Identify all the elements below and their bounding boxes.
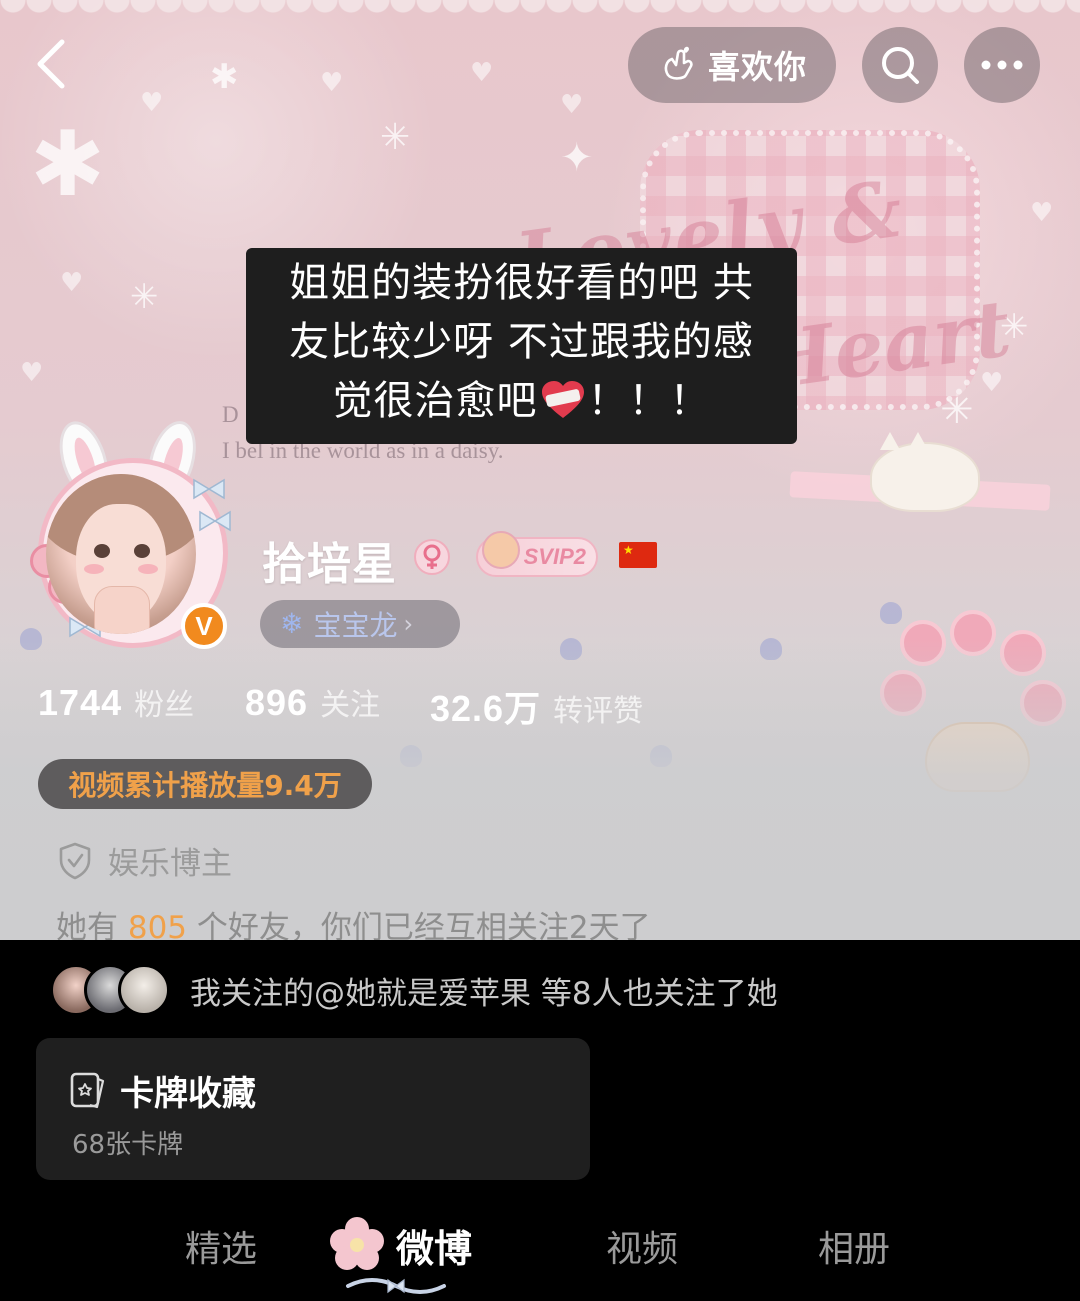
snowflake-decoration: ✳ [130, 277, 159, 317]
heart-decoration: ♥ [20, 358, 44, 388]
fan-group-label: 宝宝龙 [313, 609, 398, 642]
heart-decoration: ♥ [320, 68, 344, 98]
card-collection-icon [70, 1072, 105, 1109]
bow-decoration-icon [193, 478, 225, 500]
snowflake-decoration: ✱ [30, 112, 106, 217]
snowflake-decoration: ✦ [560, 135, 594, 181]
svip-badge[interactable]: SVIP2 [476, 531, 598, 577]
fan-group-button[interactable]: ❄ 宝宝龙 › [260, 600, 460, 648]
heart-decoration: ♥ [60, 268, 84, 298]
shield-check-icon [59, 842, 91, 879]
heart-decoration: ♥ [560, 90, 584, 120]
mutual-avatar [118, 964, 170, 1016]
card-collection-title: 卡牌收藏 [120, 1074, 256, 1114]
avatar[interactable] [46, 474, 196, 634]
mending-heart-emoji-icon [541, 381, 584, 418]
lace-border [0, 0, 1080, 26]
tab-video[interactable]: 视频 [606, 1220, 678, 1272]
snowflake-decoration: ✱ [210, 57, 239, 97]
stat-label: 转评赞 [553, 694, 644, 729]
mutual-followers-text: 我关注的@她就是爱苹果 等8人也关注了她 [190, 975, 778, 1012]
chevron-right-icon: › [403, 610, 414, 638]
tulip-decoration [880, 602, 902, 624]
bow-decoration-icon [199, 510, 231, 532]
stat-label: 关注 [320, 688, 381, 723]
profile-name: 拾培星 [262, 539, 397, 590]
active-tab-ribbon-indicator [346, 1278, 446, 1294]
heart-decoration: ♥ [140, 88, 164, 118]
bear-head-icon [482, 531, 520, 569]
video-play-count-label: 视频累计播放量9.4万 [68, 769, 342, 802]
interactions-stat[interactable]: 32.6万 转评赞 [430, 680, 643, 732]
card-collection-count: 68张卡牌 [72, 1130, 184, 1160]
like-you-button[interactable]: 喜欢你 [628, 27, 836, 103]
profile-tabs: 精选 微博 视频 相册 [0, 1210, 1080, 1290]
tab-featured[interactable]: 精选 [185, 1220, 257, 1272]
heart-decoration: ♥ [1030, 198, 1054, 228]
female-gender-icon [414, 539, 450, 575]
caption-line: 友比较少呀 不过跟我的感 [289, 319, 754, 365]
following-stat[interactable]: 896 关注 [245, 680, 380, 724]
creator-role-label: 娱乐博主 [108, 846, 232, 882]
caption-line: 姐姐的装扮很好看的吧 共 [289, 260, 754, 306]
more-dots-icon [981, 60, 1023, 70]
china-flag-icon: ★ [619, 542, 657, 568]
stat-label: 粉丝 [134, 688, 195, 723]
caption-line-text: ！！！ [587, 378, 711, 424]
caption-overlay: 姐姐的装扮很好看的吧 共 友比较少呀 不过跟我的感 觉很治愈吧 ！！！ [246, 248, 797, 444]
flower-icon [330, 1217, 384, 1270]
verified-badge[interactable]: V [181, 603, 227, 649]
cat-illustration [870, 432, 980, 512]
stat-number: 32.6万 [430, 688, 542, 729]
tab-album[interactable]: 相册 [818, 1220, 890, 1272]
heart-decoration: ♥ [470, 58, 494, 88]
more-options-button[interactable] [964, 27, 1040, 103]
back-button[interactable] [28, 34, 80, 94]
card-collection-panel[interactable]: 卡牌收藏 68张卡牌 [36, 1038, 590, 1180]
followers-stat[interactable]: 1744 粉丝 [38, 680, 194, 724]
stat-number: 896 [245, 682, 309, 723]
video-play-count-badge[interactable]: 视频累计播放量9.4万 [38, 759, 372, 809]
snowflake-icon: ❄ [280, 607, 304, 640]
caption-line: 觉很治愈吧 ！！！ [262, 372, 781, 431]
stat-number: 1744 [38, 682, 123, 723]
snowflake-decoration: ✳ [380, 117, 411, 158]
svip-label: SVIP2 [523, 544, 586, 569]
caption-line-text: 觉很治愈吧 [332, 378, 538, 424]
search-icon [882, 47, 919, 84]
chevron-left-icon [37, 39, 65, 89]
mutual-followers-row[interactable]: 我关注的@她就是爱苹果 等8人也关注了她 [50, 964, 778, 1016]
tab-weibo[interactable]: 微博 [396, 1218, 472, 1273]
like-you-label: 喜欢你 [708, 48, 808, 86]
search-button[interactable] [862, 27, 938, 103]
finger-heart-icon [664, 46, 693, 80]
creator-role-row[interactable]: 娱乐博主 [58, 838, 232, 883]
